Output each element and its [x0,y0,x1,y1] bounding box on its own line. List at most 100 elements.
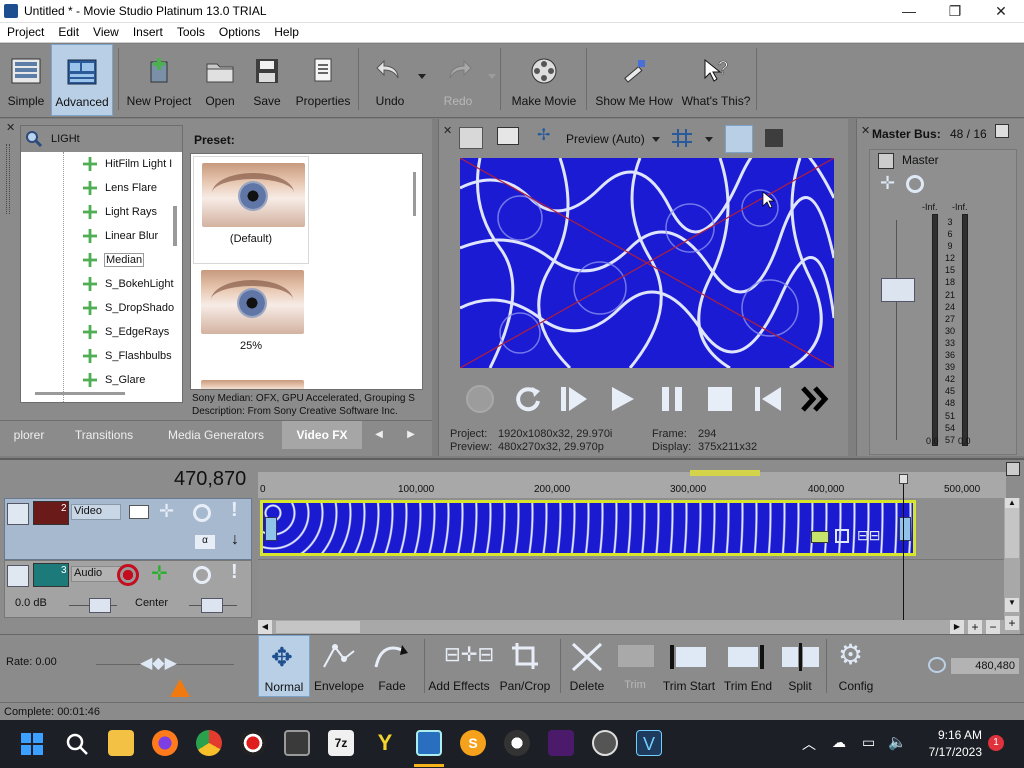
arm-record-icon[interactable] [117,564,139,586]
v-app-icon[interactable]: V [636,730,662,756]
panel-close-icon[interactable]: ✕ [6,123,15,134]
zoom-value-field[interactable]: 480,480 [950,657,1020,675]
menu-view[interactable]: View [86,23,126,39]
tree-item-hitfilm-light[interactable]: HitFilm Light I [21,154,172,176]
shuttle-control-icon[interactable]: ◀◆▶ [140,655,184,673]
master-volume-fader[interactable] [881,278,915,302]
redo-dropdown-icon[interactable] [488,74,496,79]
preset-default[interactable]: (Default) [193,156,309,264]
video-track-header[interactable]: 2 Video ✛ ! α ↓ [4,498,252,560]
screen-recorder-icon[interactable] [240,730,266,756]
search-icon[interactable] [64,731,90,757]
preview-close-icon[interactable]: ✕ [443,124,452,137]
menu-project[interactable]: Project [0,23,51,39]
tab-scroll-left-icon[interactable]: ◀ [366,421,392,449]
windows-start-icon[interactable] [20,732,44,756]
track-name-field[interactable]: Video [71,504,121,520]
chevron-up-icon[interactable]: ︿ [802,734,816,754]
media-player-icon[interactable] [548,730,574,756]
trim-button[interactable]: Trim [612,635,658,697]
s-app-icon[interactable]: S [460,730,486,756]
clip-pan-crop-icon[interactable] [835,529,849,543]
mute-icon[interactable] [193,566,211,584]
tree-item-light-rays[interactable]: Light Rays [21,202,171,224]
tree-scrollbar-thumb[interactable] [173,206,177,246]
playhead-marker[interactable] [899,474,908,484]
open-button[interactable]: Open [198,44,242,116]
hscroll-thumb[interactable] [276,621,360,633]
normal-tool-button[interactable]: ✥ Normal [258,635,310,697]
scroll-right-icon[interactable]: ▶ [950,620,964,634]
undo-button[interactable]: Undo [364,44,416,116]
whats-this-button[interactable]: ? What's This? [680,44,752,116]
video-clip[interactable]: ⊟⊟ [260,500,916,556]
clock-date[interactable]: 7/17/2023 [912,745,982,759]
tree-item-s-glare[interactable]: S_Glare [21,370,171,392]
7zip-icon[interactable]: 7z [328,730,354,756]
record-disabled-icon[interactable] [466,385,494,413]
rate-marker-icon[interactable] [170,679,190,697]
track-fx-icon[interactable]: ✛ [151,561,168,586]
more-controls-icon[interactable] [800,383,832,415]
obs-icon[interactable] [504,730,530,756]
yellow-y-app-icon[interactable]: Y [372,730,398,756]
preset-thumbnail[interactable] [201,380,304,389]
preset-25[interactable]: 25% [193,266,309,366]
clock-time[interactable]: 9:16 AM [922,728,982,742]
track-expand-icon[interactable] [7,503,29,525]
external-monitor-icon[interactable] [497,127,519,145]
split-button[interactable]: Split [778,635,822,697]
make-movie-button[interactable]: Make Movie [506,44,582,116]
tab-media-generators[interactable]: Media Generators [154,421,278,449]
stop-icon[interactable] [704,383,736,415]
play-from-start-icon[interactable] [558,383,590,415]
track-vscrollbar[interactable]: ▲ ▼ + [1004,498,1020,634]
panel-grip[interactable] [6,144,10,214]
advanced-button[interactable]: Advanced [51,44,113,116]
pause-icon[interactable] [656,383,688,415]
clip-right-handle[interactable] [899,517,911,541]
scroll-down-icon[interactable]: ▼ [1005,598,1019,612]
network-icon[interactable]: ▭ [862,734,875,751]
track-expand-icon[interactable] [7,565,29,587]
tree-item-linear-blur[interactable]: Linear Blur [21,226,171,248]
menu-tools[interactable]: Tools [170,23,212,39]
scroll-left-icon[interactable]: ◀ [258,620,272,634]
mixer-properties-icon[interactable] [995,124,1009,138]
menu-options[interactable]: Options [212,23,267,39]
tree-item-median[interactable]: Median [21,250,171,272]
delete-button[interactable]: Delete [564,635,610,697]
mute-icon[interactable] [906,175,924,193]
tree-hscrollbar-thumb[interactable] [35,392,125,395]
preview-properties-icon[interactable] [459,127,483,149]
config-button[interactable]: ⚙ Config [830,635,882,697]
make-compositing-child-icon[interactable]: ↓ [231,531,239,549]
master-close-icon[interactable]: ✕ [861,124,870,137]
show-me-how-button[interactable]: Show Me How [592,44,676,116]
timeline-ruler[interactable]: 0 100,000 200,000 300,000 400,000 500,00… [258,470,1006,498]
zoom-in-icon[interactable]: + [968,620,982,634]
split-screen-icon[interactable]: ✢ [537,128,553,145]
movie-studio-taskbar-icon[interactable] [416,730,442,756]
trim-end-button[interactable]: Trim End [720,635,776,697]
pan-crop-button[interactable]: Pan/Crop [496,635,554,697]
preview-quality-dropdown[interactable]: Preview (Auto) [566,132,645,146]
trim-start-button[interactable]: Trim Start [660,635,718,697]
loop-playback-icon[interactable] [512,383,544,415]
master-fx-icon[interactable] [878,153,894,169]
parent-compositing-icon[interactable]: α [195,535,215,549]
fade-tool-button[interactable]: Fade [366,635,418,697]
play-circle-app-icon[interactable] [592,730,618,756]
track-name-field[interactable]: Audio [71,566,121,582]
tree-item-lens-flare[interactable]: Lens Flare [21,178,171,200]
volume-slider[interactable] [89,598,111,613]
clip-left-handle[interactable] [265,517,277,541]
minimize-button[interactable]: — [886,0,932,23]
simple-button[interactable]: Simple [2,44,50,116]
close-button[interactable]: ✕ [978,0,1024,23]
undo-dropdown-icon[interactable] [418,74,426,79]
tab-video-fx[interactable]: Video FX [282,421,362,449]
tree-item-s-dropshadow[interactable]: S_DropShado [21,298,174,320]
new-project-button[interactable]: New Project [124,44,194,116]
chevron-down-icon[interactable] [705,137,713,142]
